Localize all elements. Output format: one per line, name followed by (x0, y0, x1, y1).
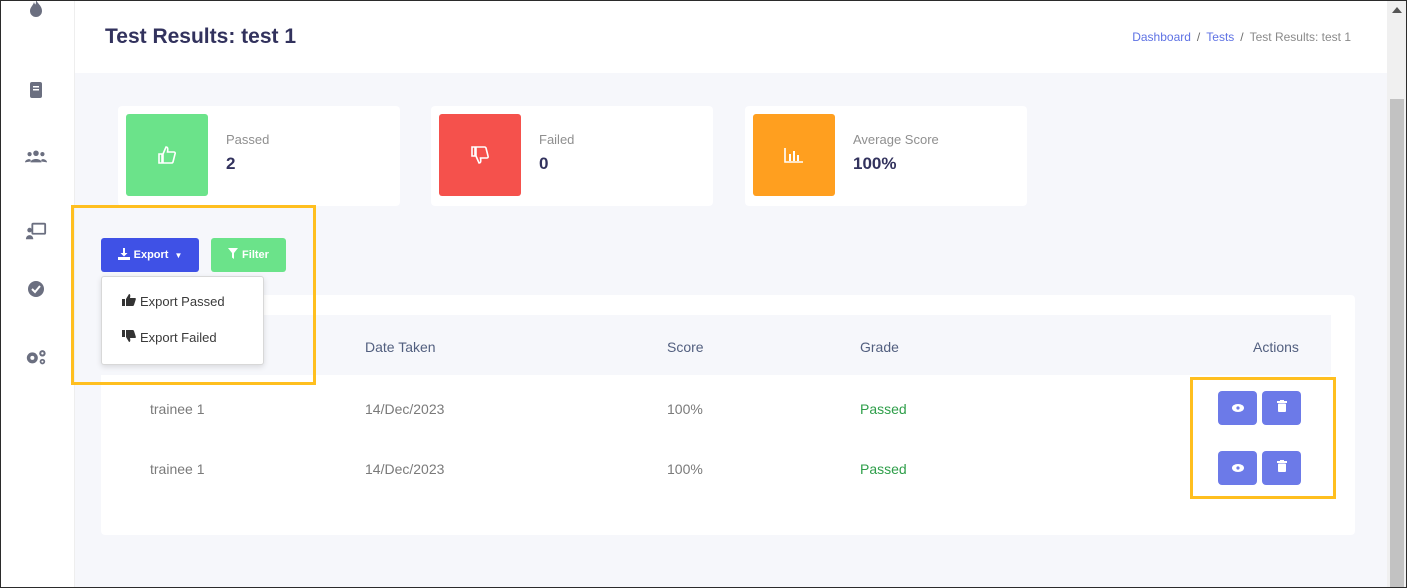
bar-chart-icon (753, 114, 835, 196)
breadcrumb-separator: / (1240, 30, 1244, 44)
page-title: Test Results: test 1 (105, 25, 296, 48)
download-icon (117, 247, 130, 263)
cell-date: 14/Dec/2023 (365, 461, 445, 477)
cell-date: 14/Dec/2023 (365, 401, 445, 417)
export-passed-menu-item[interactable]: Export Passed (122, 294, 225, 309)
filter-button[interactable]: Filter (211, 238, 286, 272)
cell-score: 100% (667, 401, 703, 417)
check-circle-icon[interactable] (25, 278, 47, 300)
export-button-label: Export (133, 249, 169, 261)
trash-icon (1276, 459, 1287, 477)
column-header-grade: Grade (860, 339, 899, 355)
thumbs-up-icon (122, 294, 136, 309)
caret-down-icon: ▼ (174, 250, 183, 260)
export-button[interactable]: Export ▼ (101, 238, 199, 272)
cell-score: 100% (667, 461, 703, 477)
main-content: Test Results: test 1 Dashboard / Tests / Tes… (75, 1, 1387, 587)
stat-label: Average Score (853, 132, 939, 147)
scrollbar-thumb[interactable] (1390, 99, 1404, 587)
cell-grade: Passed (860, 461, 907, 477)
sidebar (1, 1, 75, 587)
column-header-actions: Actions (1253, 339, 1299, 355)
column-header-score: Score (667, 339, 704, 355)
app-window: Test Results: test 1 Dashboard / Tests / Tes… (0, 0, 1407, 588)
breadcrumb-tests-link[interactable]: Tests (1206, 30, 1234, 44)
view-button[interactable] (1218, 391, 1257, 425)
stat-value: 100% (853, 154, 897, 173)
menu-item-label: Export Failed (140, 330, 217, 345)
book-icon[interactable] (25, 79, 47, 101)
stat-label: Passed (226, 132, 270, 147)
thumbs-down-icon (122, 330, 136, 345)
breadcrumb-dashboard-link[interactable]: Dashboard (1132, 30, 1191, 44)
stat-value: 2 (226, 154, 236, 173)
cell-name: trainee 1 (150, 461, 205, 477)
breadcrumb-current: Test Results: test 1 (1249, 30, 1351, 44)
thumbs-down-icon (439, 114, 521, 196)
filter-icon (228, 248, 239, 262)
menu-item-label: Export Passed (140, 294, 225, 309)
presentation-icon[interactable] (25, 220, 47, 242)
vertical-scrollbar[interactable] (1387, 1, 1406, 587)
page-header: Test Results: test 1 Dashboard / Tests / Tes… (75, 1, 1387, 73)
eye-icon (1231, 459, 1244, 477)
view-button[interactable] (1218, 451, 1257, 485)
export-dropdown-menu: Export Passed Export Failed (101, 276, 264, 365)
delete-button[interactable] (1262, 451, 1301, 485)
table-header: Date Taken Score Grade Actions (101, 315, 1331, 375)
users-icon[interactable] (25, 145, 47, 167)
stat-card-average: Average Score 100% (745, 106, 1027, 206)
eye-icon (1231, 399, 1244, 417)
stat-value: 0 (539, 154, 549, 173)
trash-icon (1276, 399, 1287, 417)
cogs-icon[interactable] (25, 346, 47, 368)
cell-name: trainee 1 (150, 401, 205, 417)
thumbs-up-icon (126, 114, 208, 196)
column-header-date: Date Taken (365, 339, 436, 355)
delete-button[interactable] (1262, 391, 1301, 425)
cell-grade: Passed (860, 401, 907, 417)
export-failed-menu-item[interactable]: Export Failed (122, 330, 217, 345)
stat-card-failed: Failed 0 (431, 106, 713, 206)
flame-icon[interactable] (25, 1, 47, 19)
breadcrumb-separator: / (1196, 30, 1201, 44)
results-table: Date Taken Score Grade Actions trainee 1… (101, 295, 1355, 535)
scroll-up-arrow-icon[interactable] (1392, 7, 1402, 13)
stat-card-passed: Passed 2 (118, 106, 400, 206)
breadcrumb: Dashboard / Tests / Test Results: test 1 (1132, 30, 1351, 44)
stat-label: Failed (539, 132, 575, 147)
filter-button-label: Filter (242, 249, 269, 261)
